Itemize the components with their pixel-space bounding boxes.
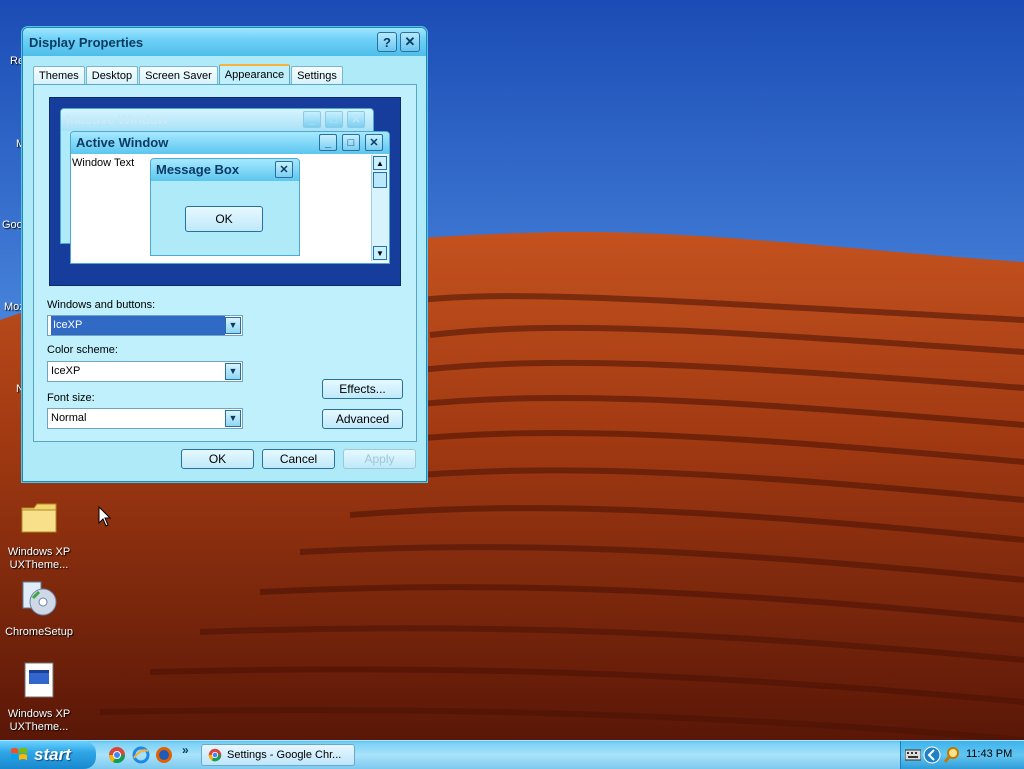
folder-icon: [21, 503, 57, 533]
dialog-title: Display Properties: [29, 34, 144, 50]
font-size-label: Font size:: [47, 392, 95, 404]
search-icon[interactable]: [943, 746, 961, 764]
desktop-icon-uxtheme-exe[interactable]: Windows XP UXTheme...: [0, 660, 78, 734]
windows-and-buttons-select[interactable]: IceXP ▼: [47, 315, 243, 336]
close-icon: ✕: [404, 34, 416, 49]
quick-launch-chevron[interactable]: »: [182, 743, 189, 757]
color-scheme-select[interactable]: IceXP ▼: [47, 361, 243, 382]
font-size-select[interactable]: Normal ▼: [47, 408, 243, 429]
preview-scrollbar: ▲ ▼: [371, 155, 389, 261]
chevron-down-icon[interactable]: ▼: [225, 317, 241, 334]
advanced-button[interactable]: Advanced: [322, 409, 403, 429]
taskbar-item-chrome-settings[interactable]: Settings - Google Chr...: [201, 744, 355, 766]
desktop-icon-label-partial: Goo: [2, 219, 23, 231]
color-scheme-label: Color scheme:: [47, 344, 118, 356]
dialog-title-bar[interactable]: Display Properties ? ✕: [23, 28, 426, 56]
preview-message-box: Message Box ✕ OK: [150, 158, 300, 256]
system-tray: 11:43 PM: [900, 741, 1024, 769]
help-button[interactable]: ?: [377, 32, 397, 52]
mouse-cursor-icon: [98, 506, 112, 527]
preview-active-window: Active Window _ □ ✕ Window Text ▲ ▼ Mess…: [70, 131, 390, 264]
desktop-icon-chromesetup[interactable]: ChromeSetup: [0, 578, 78, 639]
appearance-preview: Inactive Window _ □ ✕ Active Window _ □ …: [49, 97, 401, 286]
scroll-up-icon: ▲: [373, 156, 387, 170]
preview-ok-button: OK: [185, 206, 263, 232]
scroll-thumb: [373, 172, 387, 188]
tab-appearance[interactable]: Appearance: [218, 64, 291, 86]
minimize-icon: _: [319, 134, 337, 151]
chrome-icon[interactable]: [108, 746, 126, 764]
close-icon: ✕: [347, 111, 365, 128]
desktop-icon-label: Windows XP UXTheme...: [7, 546, 71, 571]
taskbar-item-label: Settings - Google Chr...: [227, 749, 342, 761]
maximize-icon: □: [342, 134, 360, 151]
application-window-icon: [24, 662, 54, 698]
close-icon: ✕: [275, 161, 293, 178]
cancel-button[interactable]: Cancel: [262, 449, 335, 469]
chevron-left-icon[interactable]: [923, 746, 941, 764]
close-icon: ✕: [365, 134, 383, 151]
effects-button[interactable]: Effects...: [322, 379, 403, 399]
cd-installer-icon: [22, 581, 57, 616]
scroll-down-icon: ▼: [373, 246, 387, 260]
windows-and-buttons-label: Windows and buttons:: [47, 299, 156, 311]
chevron-down-icon[interactable]: ▼: [225, 363, 241, 380]
desktop-icon-label: ChromeSetup: [5, 626, 73, 638]
appearance-panel: Inactive Window _ □ ✕ Active Window _ □ …: [33, 84, 417, 442]
maximize-icon: □: [325, 111, 343, 128]
internet-explorer-icon[interactable]: [132, 746, 150, 764]
tab-settings[interactable]: Settings: [291, 66, 343, 85]
apply-button[interactable]: Apply: [343, 449, 416, 469]
window-text: Window Text: [72, 157, 135, 169]
font-size-value: Normal: [51, 412, 87, 424]
help-icon: ?: [383, 34, 391, 50]
minimize-icon: _: [303, 111, 321, 128]
start-label: start: [34, 745, 71, 764]
start-button[interactable]: start: [0, 741, 96, 769]
tab-desktop[interactable]: Desktop: [85, 66, 139, 85]
tab-strip: Themes Desktop Screen Saver Appearance S…: [33, 64, 344, 86]
tab-themes[interactable]: Themes: [33, 66, 85, 85]
firefox-icon[interactable]: [155, 746, 173, 764]
desktop-icon-label: Windows XP UXTheme...: [7, 708, 71, 733]
windows-and-buttons-value: IceXP: [51, 316, 225, 335]
display-properties-dialog: Display Properties ? ✕ Themes Desktop Sc…: [22, 27, 427, 482]
keyboard-icon[interactable]: [905, 748, 921, 762]
message-box-title-bar: Message Box ✕: [151, 159, 299, 181]
taskbar: start » Settings - Google Chr... 11:43 P…: [0, 740, 1024, 769]
color-scheme-value: IceXP: [51, 365, 81, 377]
close-button[interactable]: ✕: [400, 32, 420, 52]
message-box-title: Message Box: [156, 162, 240, 177]
chevron-down-icon[interactable]: ▼: [225, 410, 241, 427]
tab-screen-saver[interactable]: Screen Saver: [139, 66, 218, 85]
clock[interactable]: 11:43 PM: [966, 748, 1012, 760]
desktop-icon-uxtheme-folder[interactable]: Windows XP UXTheme...: [0, 498, 78, 572]
chrome-icon: [208, 748, 222, 762]
active-window-title: Active Window: [76, 135, 169, 150]
ok-button[interactable]: OK: [181, 449, 254, 469]
inactive-window-title: Inactive Window: [66, 112, 168, 127]
inactive-window-title-bar: Inactive Window _ □ ✕: [61, 109, 373, 131]
active-window-title-bar: Active Window _ □ ✕: [71, 132, 389, 154]
windows-flag-icon: [11, 748, 27, 760]
